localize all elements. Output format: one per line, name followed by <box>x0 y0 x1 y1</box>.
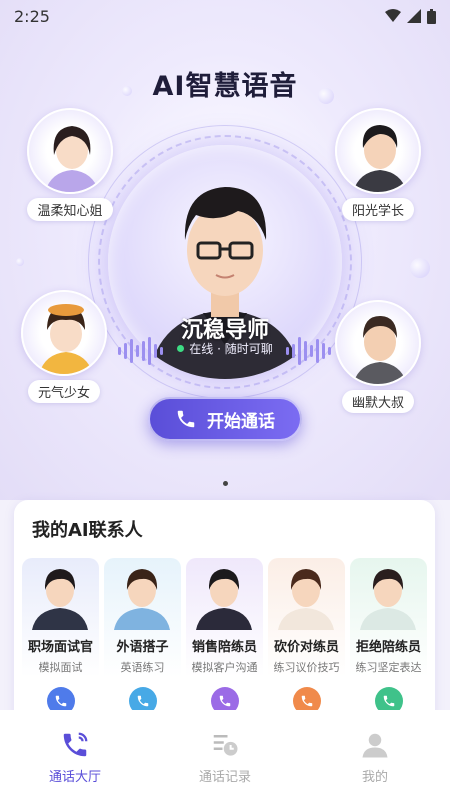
phone-icon <box>301 695 312 707</box>
character-card-energetic-girl[interactable]: 元气少女 <box>14 290 114 403</box>
avatar <box>27 108 113 194</box>
contacts-title: 我的AI联系人 <box>32 520 143 541</box>
contact-card[interactable]: 外语搭子 英语练习 <box>104 558 181 728</box>
contact-avatar <box>350 558 427 630</box>
contact-card[interactable]: 销售陪练员 模拟客户沟通 <box>186 558 263 728</box>
hero-title: AI智慧语音 <box>152 71 298 102</box>
tab-call-hall[interactable]: 通话大厅 <box>0 710 150 800</box>
signal-icon <box>407 9 421 23</box>
character-label: 元气少女 <box>27 380 100 403</box>
character-card-sunny-senior[interactable]: 阳光学长 <box>328 108 428 221</box>
character-card-humorous-uncle[interactable]: 幽默大叔 <box>328 300 428 413</box>
status-icons <box>385 8 436 24</box>
page-indicator <box>223 481 228 486</box>
phone-icon <box>383 695 394 707</box>
contact-avatar <box>104 558 181 630</box>
hero-section: AI智慧语音 沉稳导师 在线 · 随时可聊 开始通话 温柔知心姐 阳光学长 元气… <box>0 0 450 500</box>
avatar <box>335 108 421 194</box>
contact-card[interactable]: 职场面试官 模拟面试 <box>22 558 99 728</box>
tab-label: 通话记录 <box>198 770 251 785</box>
history-icon <box>213 735 238 756</box>
decor-bubble <box>16 258 24 266</box>
character-label: 幽默大叔 <box>341 390 414 413</box>
contact-name: 销售陪练员 <box>191 640 257 655</box>
contact-avatar <box>268 558 345 630</box>
wifi-icon <box>385 9 401 22</box>
contact-desc: 练习坚定表达 <box>355 661 422 674</box>
online-dot <box>177 345 185 352</box>
contact-avatar <box>186 558 263 630</box>
battery-icon <box>427 8 436 24</box>
contact-card[interactable]: 拒绝陪练员 练习坚定表达 <box>350 558 427 728</box>
character-label: 阳光学长 <box>341 198 414 221</box>
tab-label: 我的 <box>361 770 388 785</box>
character-label: 温柔知心姐 <box>27 198 113 221</box>
user-icon <box>362 733 388 758</box>
tab-profile[interactable]: 我的 <box>300 710 450 800</box>
tab-label: 通话大厅 <box>48 770 101 785</box>
phone-icon <box>137 695 148 707</box>
contact-name: 外语搭子 <box>116 640 169 655</box>
decor-bubble <box>410 258 430 278</box>
contact-desc: 练习议价技巧 <box>273 661 340 674</box>
status-text: 在线 · 随时可聊 <box>189 342 273 356</box>
contact-name: 拒绝陪练员 <box>355 640 421 655</box>
contact-card[interactable]: 砍价对练员 练习议价技巧 <box>268 558 345 728</box>
character-card-gentle-sister[interactable]: 温柔知心姐 <box>20 108 120 221</box>
tab-call-history[interactable]: 通话记录 <box>150 710 300 800</box>
contact-avatar <box>22 558 99 630</box>
avatar <box>21 290 107 376</box>
contact-desc: 英语练习 <box>120 661 165 674</box>
contact-desc: 模拟面试 <box>38 661 83 674</box>
phone-icon <box>177 410 195 428</box>
start-call-label: 开始通话 <box>207 411 275 432</box>
bottom-tab-bar: 通话大厅 通话记录 我的 <box>0 710 450 800</box>
start-call-button[interactable]: 开始通话 <box>148 397 302 441</box>
phone-icon <box>219 695 230 707</box>
contact-name: 砍价对练员 <box>273 640 339 655</box>
phone-icon <box>55 695 66 707</box>
contacts-panel: 我的AI联系人 职场面试官 模拟面试 外语搭子 英语练习 销售陪练员 模拟客户沟… <box>14 500 435 730</box>
status-time: 2:25 <box>14 6 50 26</box>
avatar <box>335 300 421 386</box>
contact-name: 职场面试官 <box>27 640 93 655</box>
contact-desc: 模拟客户沟通 <box>191 661 258 674</box>
phone-icon <box>63 732 88 757</box>
status-bar: 2:25 <box>0 0 450 32</box>
